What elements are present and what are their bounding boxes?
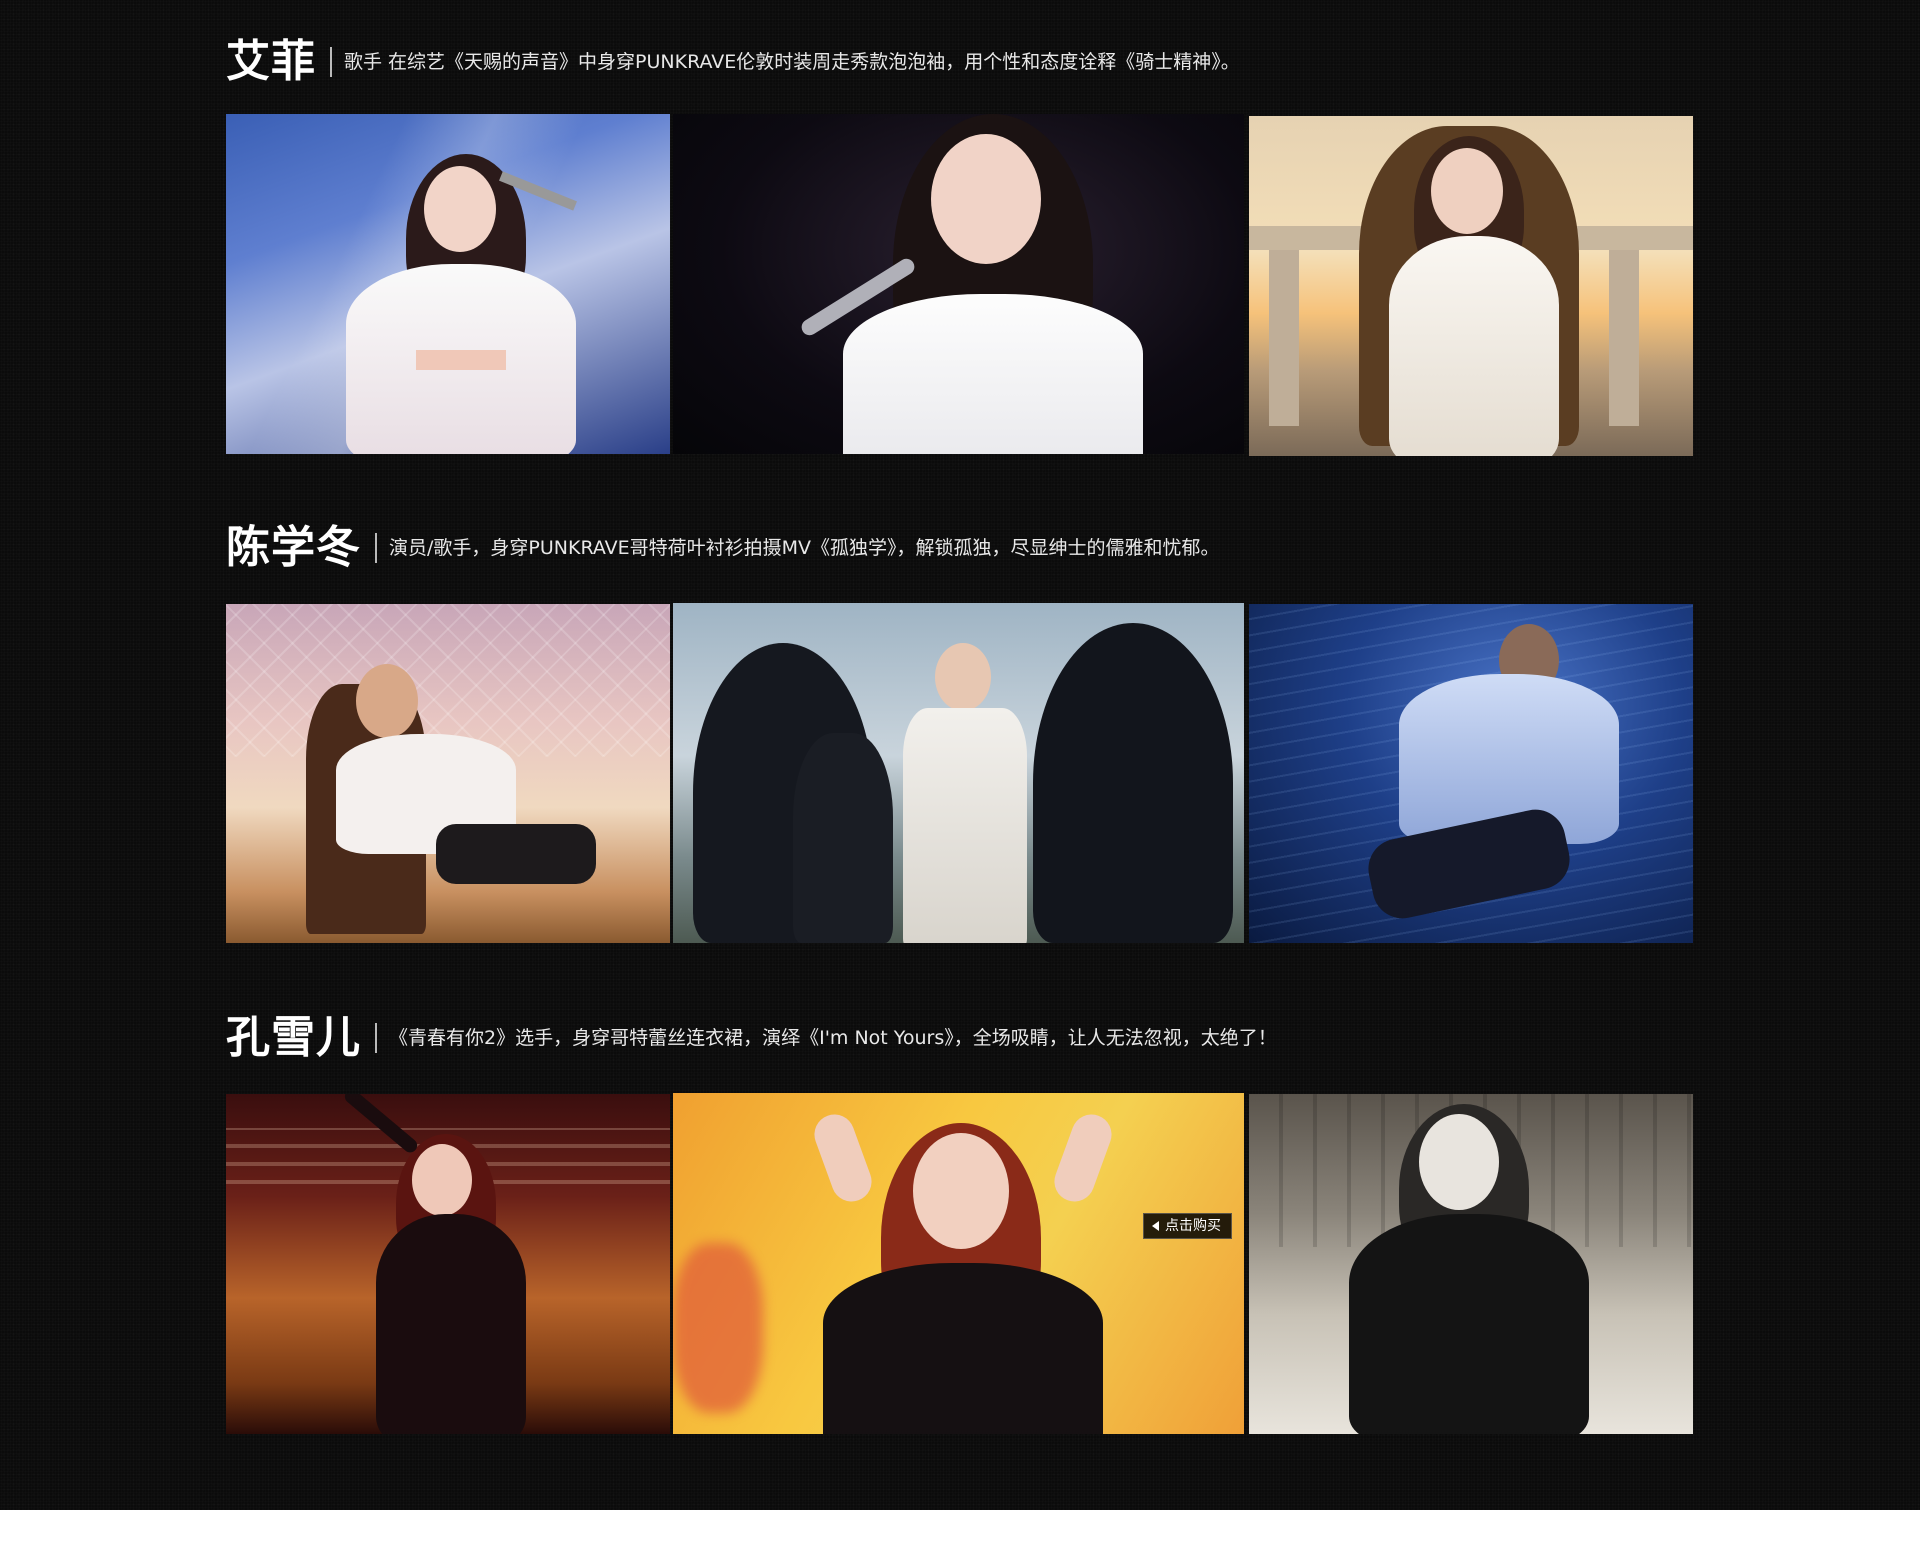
celebrity-description: 歌手 在综艺《天赐的声音》中身穿PUNKRAVE伦敦时装周走秀款泡泡袖，用个性和… — [344, 50, 1240, 73]
photo-kongxueer-2[interactable]: 点击购买 — [673, 1093, 1244, 1434]
buy-now-label: 点击购买 — [1165, 1218, 1221, 1234]
photo-kongxueer-1[interactable] — [226, 1094, 670, 1434]
page-background: 艾菲 歌手 在综艺《天赐的声音》中身穿PUNKRAVE伦敦时装周走秀款泡泡袖，用… — [0, 0, 1920, 1510]
photo-aifei-2[interactable] — [673, 114, 1244, 454]
celebrity-section-aifei: 艾菲 歌手 在综艺《天赐的声音》中身穿PUNKRAVE伦敦时装周走秀款泡泡袖，用… — [226, 32, 1694, 462]
buy-now-button[interactable]: 点击购买 — [1143, 1213, 1232, 1239]
celebrity-name: 孔雪儿 — [226, 1012, 361, 1063]
celebrity-section-chenxuedong: 陈学冬 演员/歌手，身穿PUNKRAVE哥特荷叶衬衫拍摄MV《孤独学》，解锁孤独… — [226, 518, 1694, 948]
photo-chenxuedong-1[interactable] — [226, 604, 670, 943]
section-header: 艾菲 歌手 在综艺《天赐的声音》中身穿PUNKRAVE伦敦时装周走秀款泡泡袖，用… — [226, 32, 1240, 92]
photo-chenxuedong-3[interactable] — [1249, 604, 1693, 943]
header-divider — [330, 47, 332, 77]
arrow-left-icon — [1152, 1221, 1159, 1231]
header-divider — [375, 533, 377, 563]
celebrity-name: 陈学冬 — [226, 522, 361, 573]
photo-aifei-1[interactable] — [226, 114, 670, 454]
section-header: 陈学冬 演员/歌手，身穿PUNKRAVE哥特荷叶衬衫拍摄MV《孤独学》，解锁孤独… — [226, 518, 1220, 578]
photo-chenxuedong-2[interactable] — [673, 603, 1244, 943]
photo-kongxueer-3[interactable] — [1249, 1094, 1693, 1434]
celebrity-section-kongxueer: 孔雪儿 《青春有你2》选手，身穿哥特蕾丝连衣裙，演绎《I'm Not Yours… — [226, 1008, 1694, 1438]
celebrity-name: 艾菲 — [226, 36, 316, 87]
header-divider — [375, 1023, 377, 1053]
celebrity-description: 演员/歌手，身穿PUNKRAVE哥特荷叶衬衫拍摄MV《孤独学》，解锁孤独，尽显绅… — [389, 536, 1220, 559]
section-header: 孔雪儿 《青春有你2》选手，身穿哥特蕾丝连衣裙，演绎《I'm Not Yours… — [226, 1008, 1277, 1068]
photo-aifei-3[interactable] — [1249, 116, 1693, 456]
celebrity-description: 《青春有你2》选手，身穿哥特蕾丝连衣裙，演绎《I'm Not Yours》，全场… — [389, 1026, 1277, 1049]
